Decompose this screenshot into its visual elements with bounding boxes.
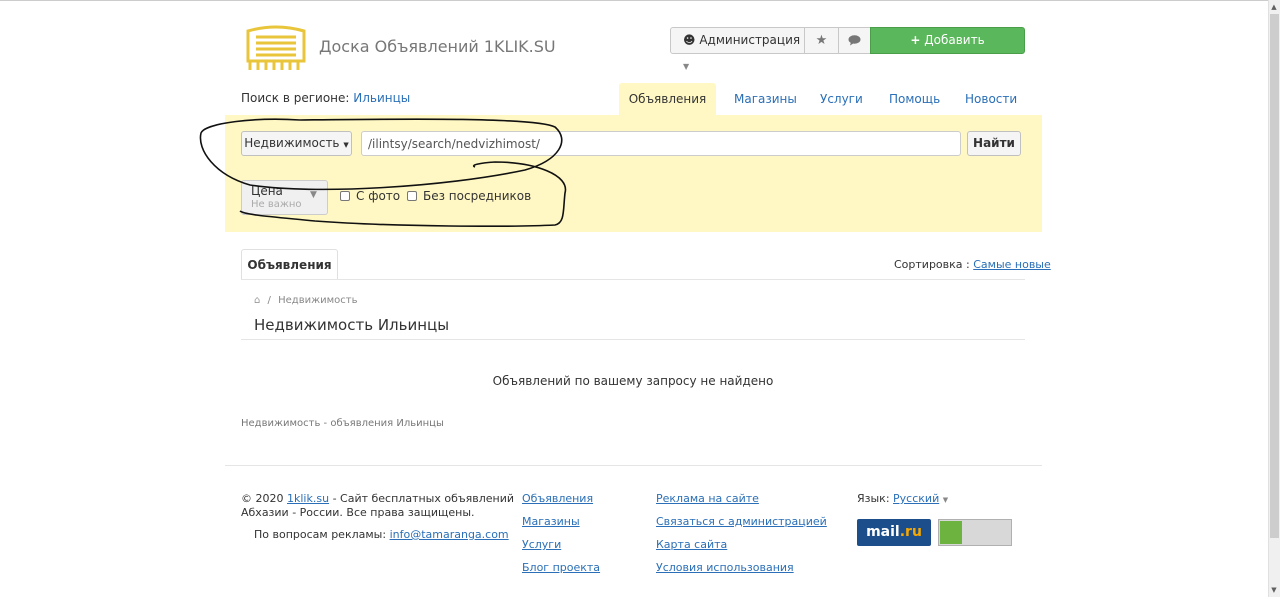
copyright-line-2: Абхазии - России. Все права защищены. [241,506,475,519]
search-button[interactable]: Найти [967,131,1021,156]
favorites-button[interactable]: ★ [804,27,839,54]
copyright-text: - Сайт бесплатных объявлений [332,492,515,505]
caret-down-icon: ▼ [942,496,949,504]
footer-link-services[interactable]: Услуги [522,538,561,551]
admin-menu-button[interactable]: ☻ Администрация ▼ [670,27,805,71]
region-prefix: Поиск в регионе: [241,91,350,105]
language-selector: Язык: Русский ▼ [857,492,948,505]
sort-link[interactable]: Самые новые [973,258,1051,271]
breadcrumb: ⌂ / Недвижимость [254,295,357,306]
footer-link-blog[interactable]: Блог проекта [522,561,600,574]
bottom-breadcrumb: Недвижимость - объявления Ильинцы [241,418,444,429]
tab-news[interactable]: Новости [965,92,1017,106]
footer-link-listings[interactable]: Объявления [522,492,593,505]
tab-shops[interactable]: Магазины [734,92,797,106]
sort-control: Сортировка : Самые новые [894,258,1051,271]
divider [241,339,1025,340]
mailru-counter-badge[interactable]: mail.ru [857,519,931,546]
admin-label: Администрация [699,33,801,47]
footer-link-sitemap[interactable]: Карта сайта [656,538,727,551]
site-link[interactable]: 1klik.su [287,492,329,505]
results-tab[interactable]: Объявления [241,249,338,280]
region-link[interactable]: Ильинцы [353,91,410,105]
home-icon[interactable]: ⌂ [254,295,260,306]
footer-link-terms[interactable]: Условия использования [656,561,794,574]
copyright-line: © 2020 1klik.su - Сайт бесплатных объявл… [241,492,514,505]
scroll-up-arrow-icon[interactable]: ▲ [1268,0,1280,14]
tab-listings[interactable]: Объявления [619,83,716,115]
copyright-prefix: © 2020 [241,492,284,505]
language-link[interactable]: Русский [893,492,939,505]
site-title[interactable]: Доска Объявлений 1KLIK.SU [319,37,556,56]
add-listing-button[interactable]: + Добавить объявление [870,27,1025,72]
hand-drawn-annotation [199,118,567,227]
divider [225,465,1042,466]
footer-link-shops[interactable]: Магазины [522,515,580,528]
region-selector: Поиск в регионе: Ильинцы [241,91,410,105]
sort-label: Сортировка : [894,258,970,271]
divider [241,279,1025,280]
tab-services[interactable]: Услуги [820,92,863,106]
scrollbar-thumb[interactable] [1270,14,1279,538]
user-icon: ☻ [683,33,696,47]
star-icon: ★ [815,33,828,48]
ads-contact: По вопросам рекламы: info@tamaranga.com [254,528,509,541]
mailru-text-b: .ru [899,524,922,540]
site-logo[interactable] [242,25,310,72]
caret-down-icon: ▼ [683,62,690,71]
tab-help[interactable]: Помощь [889,92,940,106]
ads-prefix: По вопросам рекламы: [254,528,387,541]
scroll-down-arrow-icon[interactable]: ▼ [1268,583,1280,597]
hotlog-bars-icon [940,521,962,544]
empty-results-message: Объявлений по вашему запросу не найдено [492,374,774,388]
plus-icon: + [910,33,921,47]
chat-bubble-icon [848,35,861,46]
mailru-text-a: mail [866,524,900,540]
page-title: Недвижимость Ильинцы [254,316,450,334]
breadcrumb-current: Недвижимость [278,295,358,306]
add-listing-label: Добавить объявление [909,33,986,72]
breadcrumb-separator: / [267,295,271,306]
footer-link-advertising[interactable]: Реклама на сайте [656,492,759,505]
ads-email-link[interactable]: info@tamaranga.com [390,528,509,541]
footer-link-contact-admin[interactable]: Связаться с администрацией [656,515,827,528]
language-label: Язык: [857,492,890,505]
messages-button[interactable] [838,27,871,54]
top-border [0,0,1280,1]
